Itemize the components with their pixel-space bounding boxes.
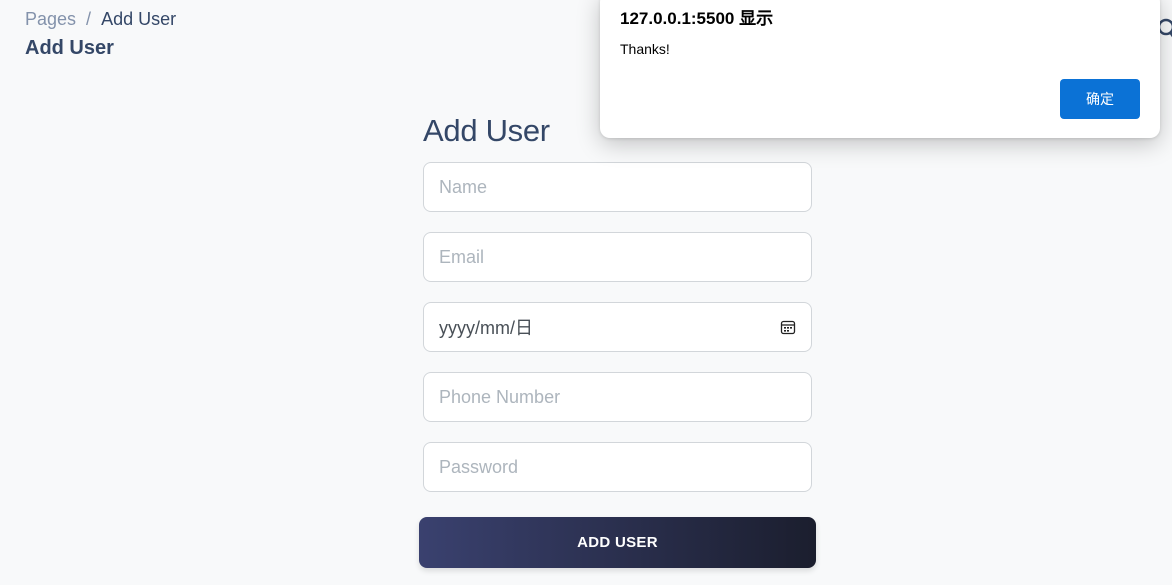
add-user-button[interactable]: ADD USER — [419, 517, 816, 568]
name-input[interactable] — [439, 176, 796, 198]
calendar-icon[interactable] — [780, 319, 796, 335]
email-input[interactable] — [439, 246, 796, 268]
page-title: Add User — [25, 37, 114, 59]
breadcrumb-pages-link[interactable]: Pages — [25, 9, 76, 30]
phone-field-wrapper — [423, 372, 812, 422]
form-title: Add User — [423, 113, 550, 148]
alert-title: 127.0.0.1:5500 显示 — [620, 9, 774, 28]
breadcrumb-separator: / — [86, 9, 92, 29]
alert-ok-button[interactable]: 确定 — [1060, 79, 1140, 119]
password-field-wrapper — [423, 442, 812, 492]
date-input-placeholder[interactable]: yyyy/mm/日 — [439, 314, 533, 340]
password-input[interactable] — [439, 456, 796, 478]
name-field-wrapper — [423, 162, 812, 212]
date-field[interactable]: yyyy/mm/日 — [423, 302, 812, 352]
alert-message: Thanks! — [620, 41, 670, 57]
breadcrumb-current: Add User — [101, 9, 177, 29]
alert-dialog: 127.0.0.1:5500 显示 Thanks! 确定 — [600, 0, 1160, 138]
email-field-wrapper — [423, 232, 812, 282]
page: Pages / Add User Add User Add User yyyy/… — [0, 0, 1172, 585]
phone-number-input[interactable] — [439, 386, 796, 408]
breadcrumb: Pages / Add User — [25, 9, 176, 30]
